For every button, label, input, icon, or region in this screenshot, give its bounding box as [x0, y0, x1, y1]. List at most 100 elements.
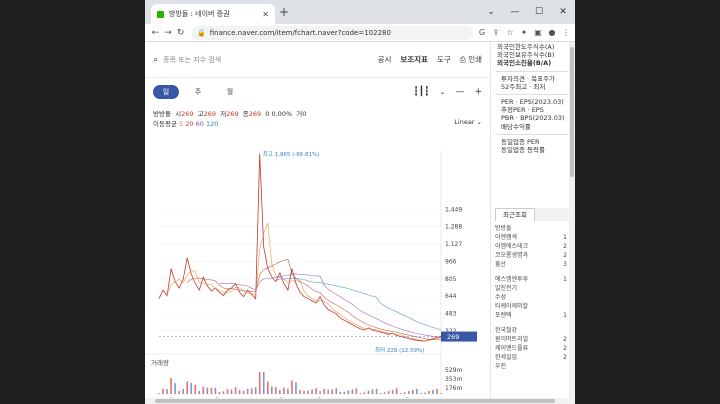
industry-per: 동일업종 PER	[501, 137, 540, 146]
list-item[interactable]: 포렌텍 1	[495, 311, 567, 320]
price-tick-label: 1,449	[445, 206, 462, 213]
ma-line	[219, 273, 442, 338]
star-icon[interactable]: ☆	[505, 28, 515, 37]
search-icon[interactable]: ⌕	[153, 55, 158, 65]
search-input[interactable]: 종목 또는 지수 검색	[163, 55, 378, 65]
list-item-name: 이엔캠색	[495, 234, 518, 241]
minimize-button[interactable]: —	[503, 7, 527, 17]
volume-bar	[210, 387, 213, 394]
opinion-section: 투자의견 · 목표주가 52주최고 · 최저	[495, 70, 571, 92]
volume-bar	[162, 388, 164, 394]
period-month-button[interactable]: 월	[217, 85, 243, 99]
chevron-down-icon[interactable]: ⌄	[479, 7, 503, 17]
volume-bar	[359, 393, 362, 394]
volume-bar	[275, 387, 277, 394]
volume-tick-label: 353m	[445, 376, 462, 383]
volume-bar	[258, 372, 261, 394]
list-item[interactable]: 한국철강	[495, 326, 567, 335]
price-tick-label: 966	[445, 258, 457, 265]
list-item-name: 한세실업	[495, 354, 518, 361]
candle-type-icon[interactable]: ┇┃┇	[413, 87, 429, 97]
google-icon[interactable]: G	[477, 28, 487, 37]
opinion-row: 투자의견 · 목표주가	[501, 74, 556, 83]
current-price-label: 269	[447, 333, 459, 341]
volume-bar	[403, 392, 406, 394]
period-day-button[interactable]: 일	[153, 85, 179, 99]
per-row: PER · EPS(2023.03)	[501, 98, 564, 107]
volume-bar	[315, 388, 317, 394]
back-button[interactable]: ←	[149, 28, 162, 38]
scale-select[interactable]: Linear ⌄	[454, 118, 482, 128]
dividend-row: 배당수익률	[501, 122, 531, 131]
low-value: 269	[226, 110, 239, 118]
profile-icon[interactable]: ●	[547, 28, 557, 37]
volume-bar	[395, 388, 398, 394]
volume-bar	[246, 388, 249, 394]
menu-icon[interactable]: ⋮	[561, 28, 571, 37]
tab-recent[interactable]: 최근조회	[495, 208, 535, 221]
list-item[interactable]: 에스엠엔투루 1	[495, 275, 567, 284]
list-item-name: 포렌텍	[495, 312, 512, 319]
list-item[interactable]: 이엠에스테크 2	[495, 242, 567, 251]
list-item-name: 코오롱생명과	[495, 252, 529, 259]
list-item[interactable]: 흥산 3	[495, 260, 567, 269]
list-item[interactable]: 코오롱생명과 2	[495, 251, 567, 260]
ma-legend: 이동평균 5 20 60 120	[153, 118, 218, 128]
toolbar-menu: 공시 보조지표 도구 ⎙ 인쇄	[378, 54, 482, 65]
new-tab-button[interactable]: +	[279, 5, 289, 19]
menu-disclosure[interactable]: 공시	[378, 54, 392, 65]
list-item[interactable]: 원익머트리얼 2	[495, 335, 567, 344]
volume-bar	[351, 389, 354, 394]
volume-bar	[279, 390, 281, 394]
open-value: 269	[181, 110, 194, 118]
period-week-button[interactable]: 주	[185, 85, 211, 99]
volume-bar	[170, 377, 172, 394]
list-item[interactable]: 케이엔드플류 2	[495, 344, 567, 353]
tab-other[interactable]	[535, 208, 573, 221]
chart-type-controls: ┇┃┇ ⌄ — +	[413, 87, 482, 97]
volume-bar	[262, 372, 265, 394]
zoom-in-button[interactable]: +	[474, 87, 482, 97]
ma-line	[187, 258, 442, 340]
menu-print[interactable]: ⎙ 인쇄	[460, 54, 482, 65]
chevron-down-icon[interactable]: ⌄	[440, 88, 446, 96]
list-item-name: 케이엔드플류	[495, 345, 529, 352]
menu-tools[interactable]: 도구	[437, 54, 451, 65]
list-item[interactable]: 한세실업 2	[495, 353, 567, 362]
horizontal-scrollbar[interactable]	[145, 398, 569, 404]
close-window-button[interactable]: ✕	[551, 7, 575, 17]
browser-tab[interactable]: 방방돌 : 네이버 증권 ✕	[151, 4, 275, 24]
list-item[interactable]: 방방돌	[495, 224, 567, 233]
reload-button[interactable]: ↻	[174, 28, 187, 38]
scroll-thumb[interactable]	[570, 47, 574, 177]
volume-bar	[194, 384, 197, 394]
scale-label: Linear	[454, 118, 475, 126]
list-item[interactable]: 티케이케미칼	[495, 302, 567, 311]
hscroll-thumb[interactable]	[155, 399, 555, 403]
list-item[interactable]: 수성	[495, 293, 567, 302]
volume-value: 0	[302, 110, 307, 118]
zoom-out-button[interactable]: —	[455, 87, 464, 97]
price-chart[interactable]: 1,449 1,288 1,127 966 805 644 483 322 최고 1,965 (…	[145, 142, 490, 404]
list-item[interactable]: 일진전기	[495, 284, 567, 293]
print-label: 인쇄	[468, 55, 482, 64]
vertical-scrollbar[interactable]	[569, 42, 575, 404]
omnibox[interactable]: 🔒 finance.naver.com/item/fchart.naver?co…	[191, 25, 474, 40]
list-item-name: 티케이케미칼	[495, 303, 529, 310]
volume-bar	[198, 391, 201, 394]
list-item[interactable]: 이엔캠색 1	[495, 233, 567, 242]
tab-title: 방방돌 : 네이버 증권	[169, 10, 230, 18]
puzzle-icon[interactable]: ✦	[519, 28, 529, 37]
volume-bar	[440, 393, 442, 394]
sidepanel-icon[interactable]: ▣	[533, 28, 543, 37]
forward-button[interactable]: →	[162, 28, 175, 38]
foreign-section: 외국인한도주식수(A) 외국인보유주식수(B) 외국인소진율(B/A)	[491, 42, 575, 69]
close-tab-icon[interactable]: ✕	[262, 10, 269, 19]
list-item-name: 에스엠엔투루	[495, 276, 529, 283]
maximize-button[interactable]: ☐	[527, 7, 551, 17]
list-item[interactable]: 우진	[495, 362, 567, 371]
menu-indicators[interactable]: 보조지표	[400, 54, 428, 65]
share-icon[interactable]: ⇪	[491, 28, 501, 37]
volume-bar	[250, 388, 253, 394]
volume-bar	[254, 387, 257, 394]
